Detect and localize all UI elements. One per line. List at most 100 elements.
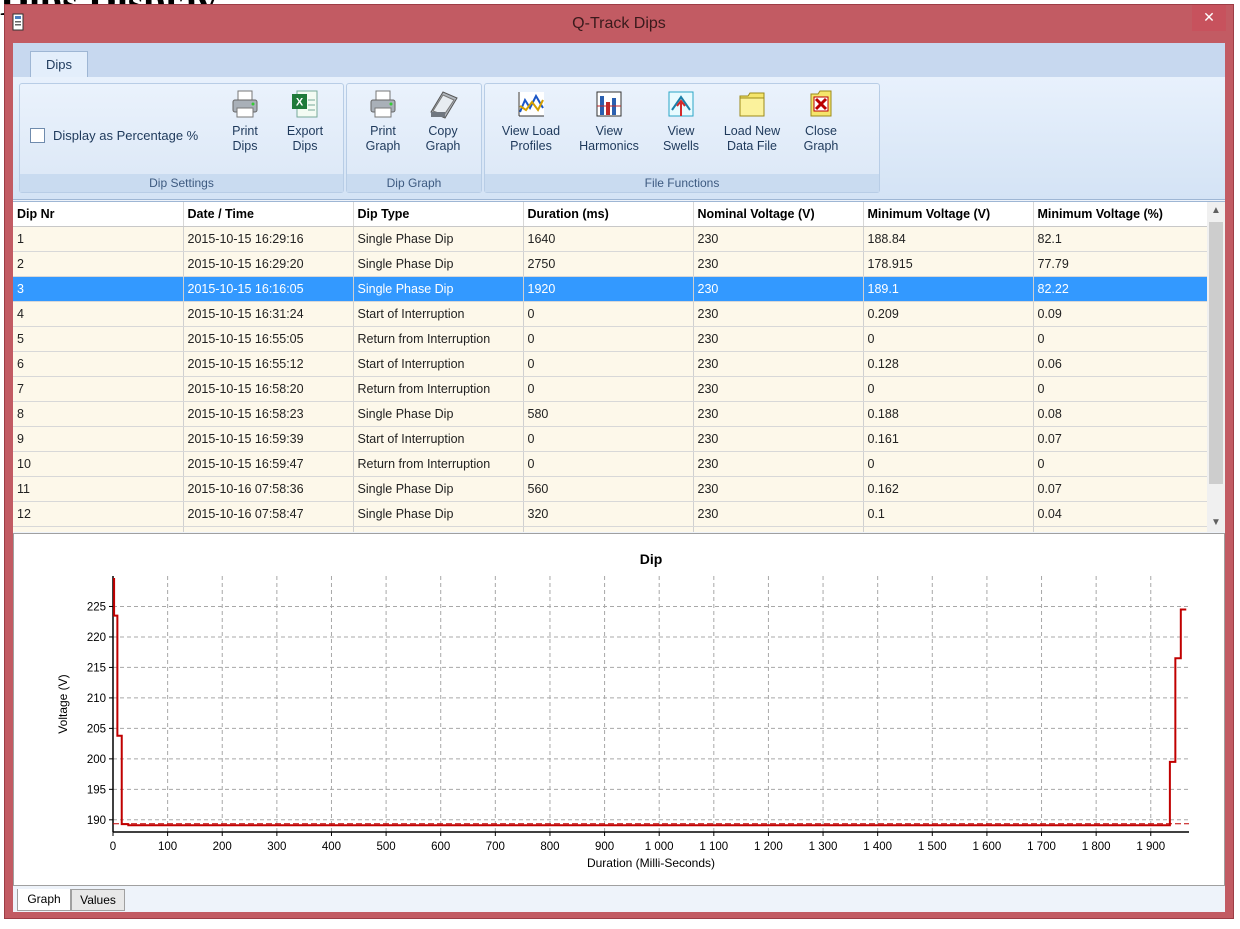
table-cell: Single Phase Dip: [353, 476, 524, 502]
table-cell: Single Phase Dip: [353, 276, 524, 302]
print-graph-label-2: Graph: [365, 139, 401, 153]
table-cell: 320: [523, 501, 694, 527]
table-cell: 0: [523, 376, 694, 402]
table-cell: 230: [693, 451, 864, 477]
load-new-data-file-button[interactable]: Load New Data File: [717, 88, 787, 154]
table-row[interactable]: 12 2015-10-16 07:58:47 Single Phase Dip 320…: [13, 501, 1208, 527]
print-dips-label-1: Print: [232, 124, 258, 138]
table-row[interactable]: 7 2015-10-15 16:58:20 Return from Interrup…: [13, 376, 1208, 402]
table-cell: Return from Interruption: [353, 376, 524, 402]
table-cell: 2: [13, 251, 184, 277]
table-cell: 0: [523, 351, 694, 377]
printer-icon: [370, 90, 396, 118]
export-dips-button[interactable]: X Export Dips: [278, 88, 332, 154]
tab-graph[interactable]: Graph: [17, 889, 71, 911]
table-cell: 0: [523, 451, 694, 477]
table-cell: 0: [523, 301, 694, 327]
table-cell: Start of Interruption: [353, 426, 524, 452]
swell-chart-icon: [668, 91, 694, 117]
table-cell: 0.06: [1033, 351, 1208, 377]
table-row[interactable]: 11 2015-10-16 07:58:36 Single Phase Dip 560…: [13, 476, 1208, 502]
table-cell: 2015-10-16 07:58:36: [183, 476, 354, 502]
close-window-button[interactable]: ✕: [1192, 5, 1226, 31]
column-header[interactable]: Duration (ms): [523, 202, 694, 227]
table-row[interactable]: 10 2015-10-15 16:59:47 Return from Interru…: [13, 451, 1208, 477]
tab-dips[interactable]: Dips: [30, 51, 88, 78]
column-header[interactable]: Minimum Voltage (V): [863, 202, 1034, 227]
group-dip-graph: Print Graph Copy Graph Dip Graph: [346, 83, 482, 193]
scroll-down-arrow-icon[interactable]: ▼: [1207, 514, 1225, 532]
y-tick-label: 215: [87, 662, 106, 674]
table-cell: 189.1: [863, 276, 1034, 302]
table-cell: Single Phase Dip: [353, 501, 524, 527]
table-cell: 3: [13, 276, 184, 302]
view-swells-button[interactable]: View Swells: [653, 88, 709, 154]
title-bar[interactable]: Q-Track Dips ✕: [5, 5, 1233, 43]
y-tick-label: 190: [87, 815, 106, 827]
x-tick-label: 1 400: [863, 841, 892, 853]
view-harmonics-label-1: View: [595, 124, 623, 138]
table-row[interactable]: 3 2015-10-15 16:16:05 Single Phase Dip 1920…: [13, 276, 1208, 302]
table-cell: 11: [13, 476, 184, 502]
table-row[interactable]: 5 2015-10-15 16:55:05 Return from Interrup…: [13, 326, 1208, 352]
table-cell: 7: [13, 376, 184, 402]
table-cell: 2015-10-15 16:55:12: [183, 351, 354, 377]
table-cell: 82.1: [1033, 226, 1208, 252]
window-title: Q-Track Dips: [572, 15, 666, 32]
table-cell: 2750: [523, 251, 694, 277]
table-row[interactable]: 9 2015-10-15 16:59:39 Start of Interruptio…: [13, 426, 1208, 452]
table-row[interactable]: 132015-10-16 08:01:27Single Phase Dip102…: [13, 526, 1208, 532]
group-label-dip-settings: Dip Settings: [20, 174, 343, 192]
display-percentage-checkbox[interactable]: Display as Percentage %: [30, 128, 198, 143]
table-cell: 0: [523, 426, 694, 452]
y-tick-label: 200: [87, 754, 106, 766]
column-header[interactable]: Minimum Voltage (%): [1033, 202, 1208, 227]
folder-icon: [739, 92, 765, 117]
table-row[interactable]: 4 2015-10-15 16:31:24 Start of Interruptio…: [13, 301, 1208, 327]
view-harmonics-button[interactable]: View Harmonics: [573, 88, 645, 154]
client-area: Dips Display as Percentage % Print Dips …: [13, 43, 1225, 912]
line-chart-icon: [518, 92, 544, 117]
table-cell: 0: [523, 326, 694, 352]
table-cell: 0: [863, 376, 1034, 402]
view-load-profiles-label-1: View Load: [501, 124, 561, 138]
table-scrollbar[interactable]: ▲ ▼: [1207, 202, 1225, 532]
column-header[interactable]: Dip Nr: [13, 202, 184, 227]
table-cell: 9: [13, 426, 184, 452]
column-header[interactable]: Nominal Voltage (V): [693, 202, 864, 227]
scrollbar-thumb[interactable]: [1209, 222, 1223, 484]
table-row[interactable]: 1 2015-10-15 16:29:16 Single Phase Dip 1640…: [13, 226, 1208, 252]
table-cell: Start of Interruption: [353, 351, 524, 377]
ribbon-tab-strip: Dips: [13, 43, 1225, 78]
column-header[interactable]: Dip Type: [353, 202, 524, 227]
view-load-profiles-button[interactable]: View Load Profiles: [495, 88, 567, 154]
table-row[interactable]: 8 2015-10-15 16:58:23 Single Phase Dip 580 2…: [13, 401, 1208, 427]
table-cell: 13: [13, 526, 184, 532]
tab-values[interactable]: Values: [71, 889, 125, 911]
group-file-functions: View Load Profiles View Harmonics View S…: [484, 83, 880, 193]
excel-icon: X: [292, 90, 318, 118]
print-graph-button[interactable]: Print Graph: [357, 88, 409, 154]
load-new-data-file-label-2: Data File: [726, 139, 778, 153]
table-cell: 8: [13, 401, 184, 427]
table-cell: 82.22: [1033, 276, 1208, 302]
table-cell: 230: [693, 351, 864, 377]
checkbox-box[interactable]: [30, 128, 45, 143]
table-cell: 230: [693, 301, 864, 327]
print-graph-label-1: Print: [370, 124, 396, 138]
x-tick-label: 900: [595, 841, 614, 853]
scroll-up-arrow-icon[interactable]: ▲: [1207, 202, 1225, 220]
close-graph-button[interactable]: Close Graph: [793, 88, 849, 154]
table-cell: 230: [693, 276, 864, 302]
table-cell: 230: [693, 501, 864, 527]
table-row[interactable]: 2 2015-10-15 16:29:20 Single Phase Dip 2750…: [13, 251, 1208, 277]
table-row[interactable]: 6 2015-10-15 16:55:12 Start of Interruptio…: [13, 351, 1208, 377]
print-dips-button[interactable]: Print Dips: [220, 88, 270, 154]
table-cell: 2015-10-16 07:58:47: [183, 501, 354, 527]
copy-graph-button[interactable]: Copy Graph: [417, 88, 469, 154]
table-cell: Start of Interruption: [353, 301, 524, 327]
column-header[interactable]: Date / Time: [183, 202, 354, 227]
table-cell: 0.1: [863, 501, 1034, 527]
copy-graph-label-1: Copy: [428, 124, 458, 138]
app-window: Q-Track Dips ✕ Dips Display as Percentag…: [4, 4, 1234, 919]
